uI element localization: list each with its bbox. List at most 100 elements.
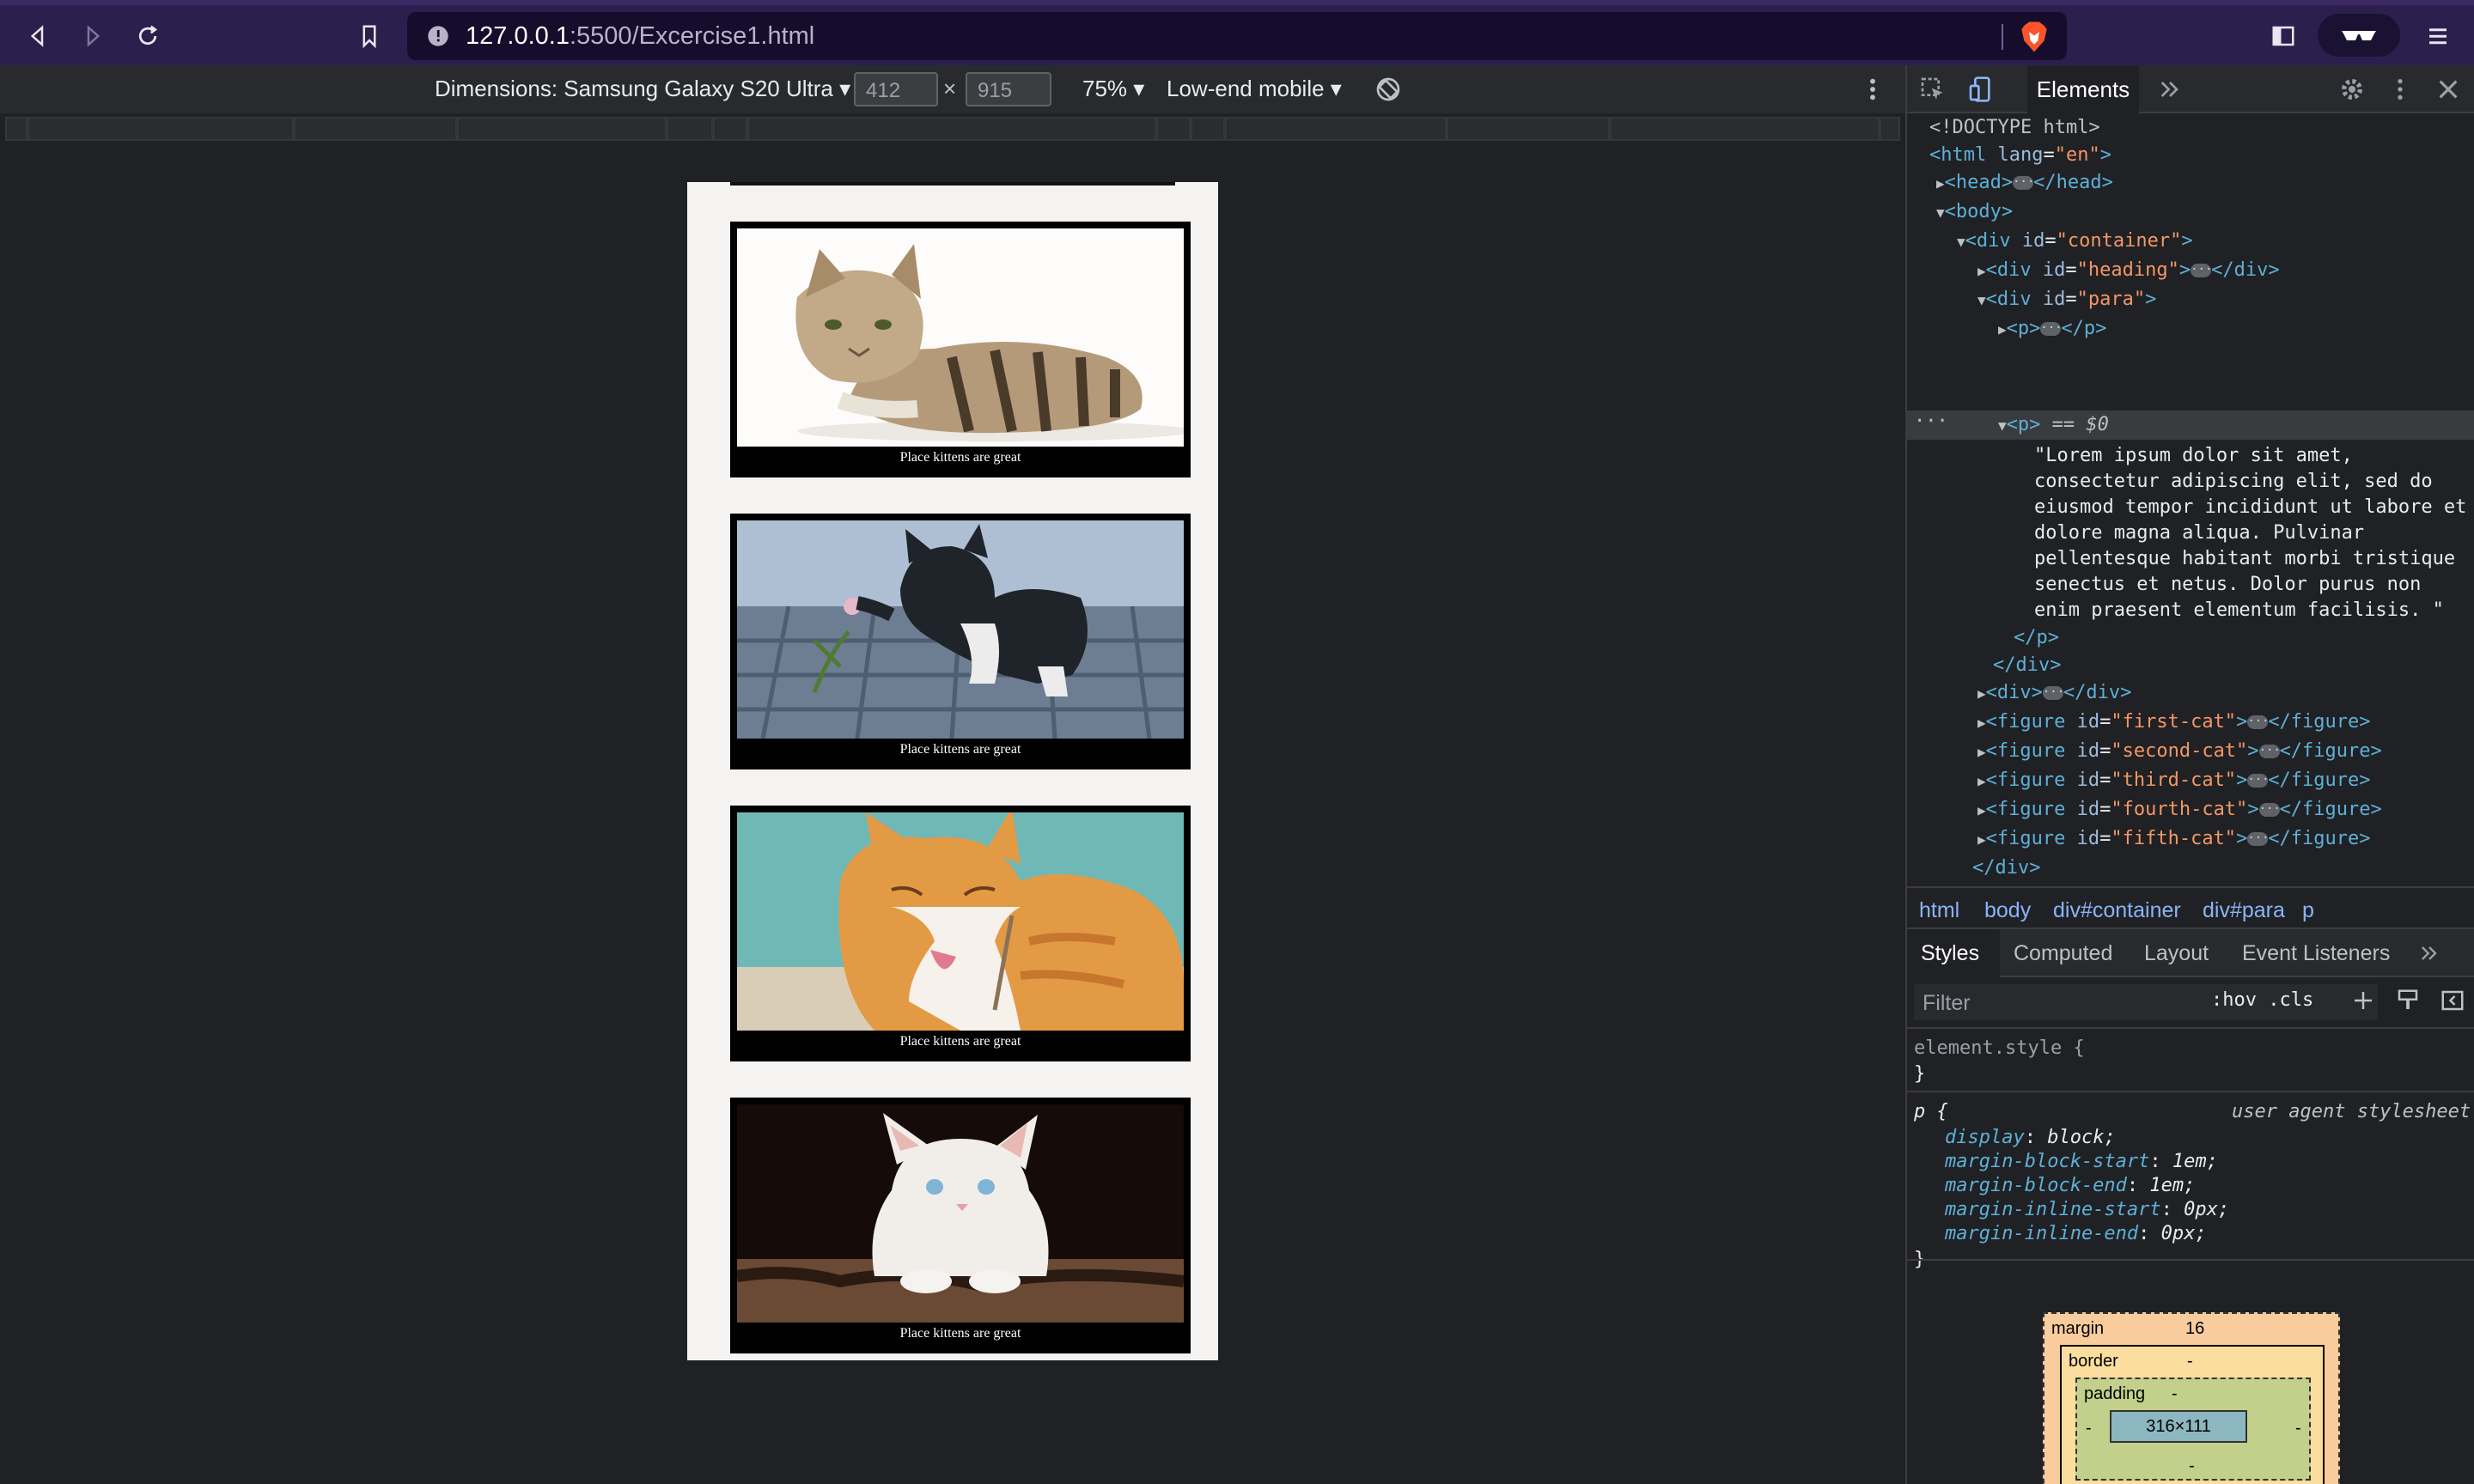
back-arrow-icon: [30, 25, 44, 47]
paint-brush-icon[interactable]: [2395, 988, 2421, 1013]
tab-elements[interactable]: Elements: [2027, 65, 2139, 113]
throttling-dropdown[interactable]: Low-end mobile ▾: [1167, 76, 1342, 102]
tabby-kitten-image: [737, 228, 1184, 447]
figure-second-cat: Place kittens are great: [730, 514, 1191, 769]
media-query-segment[interactable]: [1156, 117, 1191, 141]
close-devtools-icon[interactable]: [2434, 76, 2462, 103]
selected-node-highlight: [1907, 411, 2474, 440]
zoom-dropdown[interactable]: 75% ▾: [1082, 76, 1144, 102]
p-rule-selector[interactable]: p {: [1914, 1101, 1948, 1122]
device-width-input[interactable]: 412: [854, 72, 938, 106]
media-query-segment[interactable]: [294, 117, 457, 141]
div-container-close-node[interactable]: </div>: [1972, 857, 2040, 879]
bookmark-button[interactable]: [350, 17, 388, 55]
figure-second-cat-node[interactable]: ▶<figure id="second-cat">···</figure>: [1977, 740, 2382, 762]
kitten-photo: [737, 228, 1184, 447]
reload-icon: [138, 25, 158, 46]
breadcrumb-div-container[interactable]: div#container: [2053, 898, 2181, 923]
media-query-segment[interactable]: [1447, 117, 1610, 141]
div-collapsed-node[interactable]: ▶<div>···</div>: [1977, 682, 2131, 703]
div-para-node[interactable]: ▼<div id="para">: [1977, 289, 2156, 310]
figure-third-cat-node[interactable]: ▶<figure id="third-cat">···</figure>: [1977, 769, 2371, 791]
tab-computed[interactable]: Computed: [2014, 941, 2112, 966]
css-declaration[interactable]: margin-block-start: 1em;: [1945, 1151, 2218, 1172]
media-query-segment[interactable]: [747, 117, 1156, 141]
p-close-node[interactable]: </p>: [2014, 627, 2059, 648]
css-declaration[interactable]: margin-block-end: 1em;: [1945, 1175, 2195, 1196]
address-bar[interactable]: 127.0.0.1:5500/Excercise1.html: [407, 12, 2067, 60]
more-panes-icon[interactable]: [2417, 941, 2441, 965]
tab-event-listeners[interactable]: Event Listeners: [2242, 941, 2390, 966]
p-node-collapsed[interactable]: ▶<p>···</p>: [1998, 318, 2106, 339]
p-node-selected[interactable]: ▼<p> == $0: [1998, 414, 2109, 435]
box-model-border-value[interactable]: -: [2187, 1352, 2193, 1371]
device-toolbar-more-icon[interactable]: [1862, 76, 1883, 103]
div-heading-node[interactable]: ▶<div id="heading">···</div>: [1977, 259, 2280, 281]
box-model-content-size[interactable]: 316×111: [2110, 1410, 2247, 1443]
breadcrumb-html[interactable]: html: [1919, 898, 1959, 923]
emulated-page[interactable]: Place kittens are great Place kittens ar…: [687, 182, 1218, 1360]
element-style-selector[interactable]: element.style {: [1914, 1037, 2085, 1059]
forward-button[interactable]: [74, 17, 112, 55]
bookmark-icon: [363, 25, 376, 49]
device-dimensions-dropdown[interactable]: Dimensions: Samsung Galaxy S20 Ultra ▾: [435, 76, 850, 102]
tab-styles[interactable]: Styles: [1907, 929, 2000, 977]
media-query-segment[interactable]: [1191, 117, 1225, 141]
sidebar-toggle-button[interactable]: [2264, 17, 2302, 55]
sidebar-pane-icon[interactable]: [2440, 988, 2465, 1013]
media-query-segment[interactable]: [1880, 117, 1900, 141]
more-tabs-icon[interactable]: [2156, 76, 2184, 103]
reload-button[interactable]: [129, 17, 167, 55]
menu-button[interactable]: [2419, 17, 2457, 55]
body-node[interactable]: ▼<body>: [1936, 201, 2013, 222]
rotate-icon[interactable]: [1374, 76, 1402, 103]
breadcrumb-div-para[interactable]: div#para: [2203, 898, 2285, 923]
hov-cls-toggles[interactable]: :hov .cls: [2211, 989, 2313, 1011]
site-info-icon[interactable]: [426, 24, 450, 48]
devtools-tabbar: Elements: [1907, 65, 2474, 113]
breadcrumb-p[interactable]: p: [2302, 898, 2314, 923]
css-declaration[interactable]: margin-inline-end: 0px;: [1945, 1223, 2207, 1244]
breadcrumb-body[interactable]: body: [1984, 898, 2031, 923]
p-text-line: dolore magna aliqua. Pulvinar: [2034, 522, 2365, 544]
tab-layout[interactable]: Layout: [2144, 941, 2209, 966]
rule-divider: [1907, 1259, 2474, 1261]
url-host: 127.0.0.1: [466, 22, 570, 50]
media-query-segment[interactable]: [27, 117, 294, 141]
figure-fifth-cat-node[interactable]: ▶<figure id="fifth-cat">···</figure>: [1977, 828, 2371, 849]
settings-gear-icon[interactable]: [2338, 76, 2366, 103]
figure-fourth-cat-node[interactable]: ▶<figure id="fourth-cat">···</figure>: [1977, 799, 2382, 820]
media-query-segment[interactable]: [5, 117, 27, 141]
back-button[interactable]: [19, 17, 57, 55]
media-query-segment[interactable]: [667, 117, 713, 141]
head-node[interactable]: ▶<head>···</head>: [1936, 172, 2113, 193]
new-style-rule-icon[interactable]: [2350, 988, 2376, 1013]
box-model-padding-value[interactable]: -: [2172, 1384, 2178, 1404]
media-query-segment[interactable]: [1225, 117, 1447, 141]
box-model-padding-bottom[interactable]: -: [2189, 1457, 2195, 1476]
div-container-node[interactable]: ▼<div id="container">: [1957, 230, 2193, 252]
css-declaration[interactable]: margin-inline-start: 0px;: [1945, 1199, 2229, 1220]
device-toggle-icon[interactable]: [1967, 76, 1995, 103]
figure-first-cat-node[interactable]: ▶<figure id="first-cat">···</figure>: [1977, 711, 2371, 733]
orange-cat-image: [737, 812, 1184, 1031]
kitten-photo: [737, 812, 1184, 1031]
brave-shields-icon[interactable]: [2019, 21, 2050, 53]
box-model-padding-right[interactable]: -: [2295, 1419, 2301, 1438]
device-height-input[interactable]: 915: [966, 72, 1051, 106]
private-window-badge[interactable]: [2318, 14, 2400, 57]
doctype-node[interactable]: <!DOCTYPE html>: [1929, 117, 2100, 138]
media-query-segment[interactable]: [713, 117, 747, 141]
devtools-more-icon[interactable]: [2386, 76, 2414, 103]
css-declaration[interactable]: display: block;: [1945, 1127, 2116, 1148]
div-para-close-node[interactable]: </div>: [1993, 654, 2061, 676]
html-node[interactable]: <html lang="en">: [1929, 144, 2111, 166]
box-model-padding-left[interactable]: -: [2086, 1419, 2092, 1438]
media-query-segment[interactable]: [457, 117, 667, 141]
url-text[interactable]: 127.0.0.1:5500/Excercise1.html: [466, 22, 814, 51]
node-actions-ellipsis[interactable]: ···: [1914, 411, 1948, 432]
media-query-segment[interactable]: [1610, 117, 1880, 141]
rule-divider: [1907, 1091, 2474, 1092]
inspect-element-icon[interactable]: [1919, 76, 1947, 103]
box-model-margin-value[interactable]: 16: [2185, 1319, 2204, 1339]
